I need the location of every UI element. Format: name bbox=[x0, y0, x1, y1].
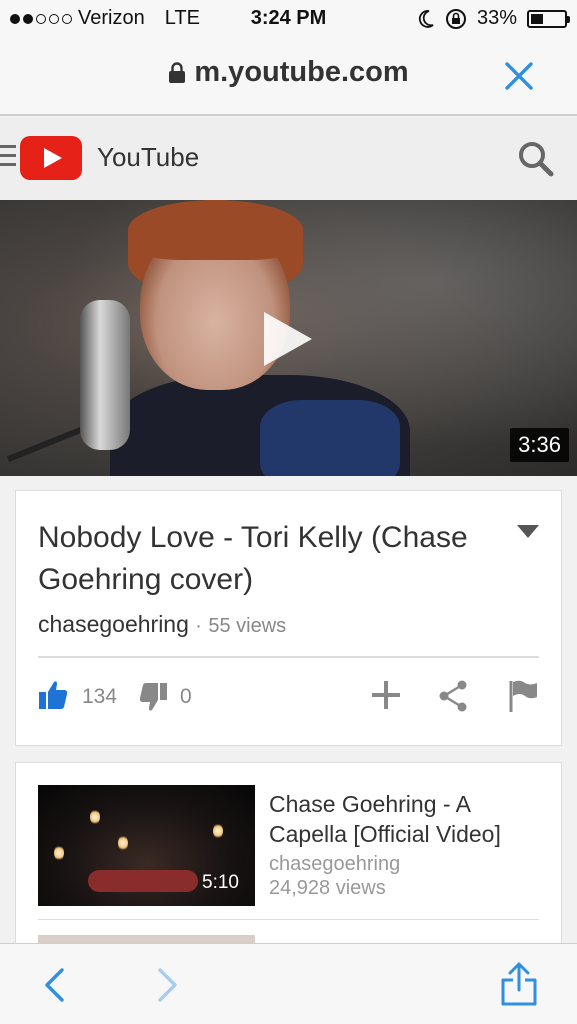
flag-icon[interactable] bbox=[508, 679, 538, 713]
app-name[interactable]: YouTube bbox=[97, 142, 199, 173]
battery-percent: 33% bbox=[476, 7, 517, 29]
related-video-thumbnail[interactable]: 5:10 bbox=[38, 785, 255, 906]
related-videos-list: 5:10 Chase Goehring - A Capella [Officia… bbox=[15, 762, 562, 952]
dislike-count: 0 bbox=[180, 685, 192, 708]
meta-separator: · bbox=[195, 615, 202, 637]
video-info-card: Nobody Love - Tori Kelly (Chase Goehring… bbox=[15, 490, 562, 746]
url-display[interactable]: m.youtube.com bbox=[0, 56, 577, 89]
related-video-views: 24,928 views bbox=[269, 877, 386, 899]
close-icon[interactable] bbox=[501, 58, 537, 94]
view-count: 55 views bbox=[208, 615, 287, 637]
related-video-duration: 5:10 bbox=[202, 872, 239, 893]
related-video-title[interactable]: Chase Goehring - A Capella [Official Vid… bbox=[269, 789, 539, 849]
video-duration: 3:36 bbox=[510, 428, 569, 462]
thumbs-up-icon[interactable] bbox=[38, 679, 68, 711]
browser-toolbar bbox=[0, 943, 577, 1024]
youtube-logo-icon[interactable] bbox=[20, 136, 82, 180]
moon-icon bbox=[418, 9, 434, 28]
forward-icon[interactable] bbox=[156, 966, 180, 1004]
battery-icon bbox=[527, 9, 570, 28]
divider bbox=[38, 919, 539, 920]
video-title: Nobody Love - Tori Kelly (Chase Goehring… bbox=[38, 521, 468, 596]
status-right: 33% bbox=[417, 7, 570, 30]
rotation-lock-icon bbox=[445, 8, 466, 29]
url-text: m.youtube.com bbox=[194, 56, 409, 88]
lock-icon bbox=[169, 61, 186, 83]
thumbs-down-icon[interactable] bbox=[140, 681, 168, 713]
youtube-header: YouTube bbox=[0, 118, 577, 200]
share-sheet-icon[interactable] bbox=[499, 962, 539, 1006]
video-meta: chasegoehring · 55 views bbox=[38, 611, 286, 638]
like-count: 134 bbox=[82, 685, 118, 708]
divider bbox=[38, 656, 539, 658]
video-actions: 134 0 bbox=[38, 677, 539, 721]
status-bar: Verizon LTE 3:24 PM 33% bbox=[0, 0, 577, 36]
play-icon[interactable] bbox=[262, 310, 314, 368]
share-icon[interactable] bbox=[438, 679, 468, 713]
back-icon[interactable] bbox=[42, 966, 66, 1004]
browser-address-bar[interactable]: m.youtube.com bbox=[0, 36, 577, 116]
search-icon[interactable] bbox=[517, 140, 555, 178]
related-video-channel: chasegoehring bbox=[269, 853, 401, 875]
channel-name[interactable]: chasegoehring bbox=[38, 611, 189, 637]
chevron-down-icon[interactable] bbox=[517, 525, 539, 539]
microphone-image bbox=[80, 300, 130, 450]
add-to-playlist-icon[interactable] bbox=[370, 679, 402, 711]
menu-icon[interactable] bbox=[0, 145, 16, 169]
